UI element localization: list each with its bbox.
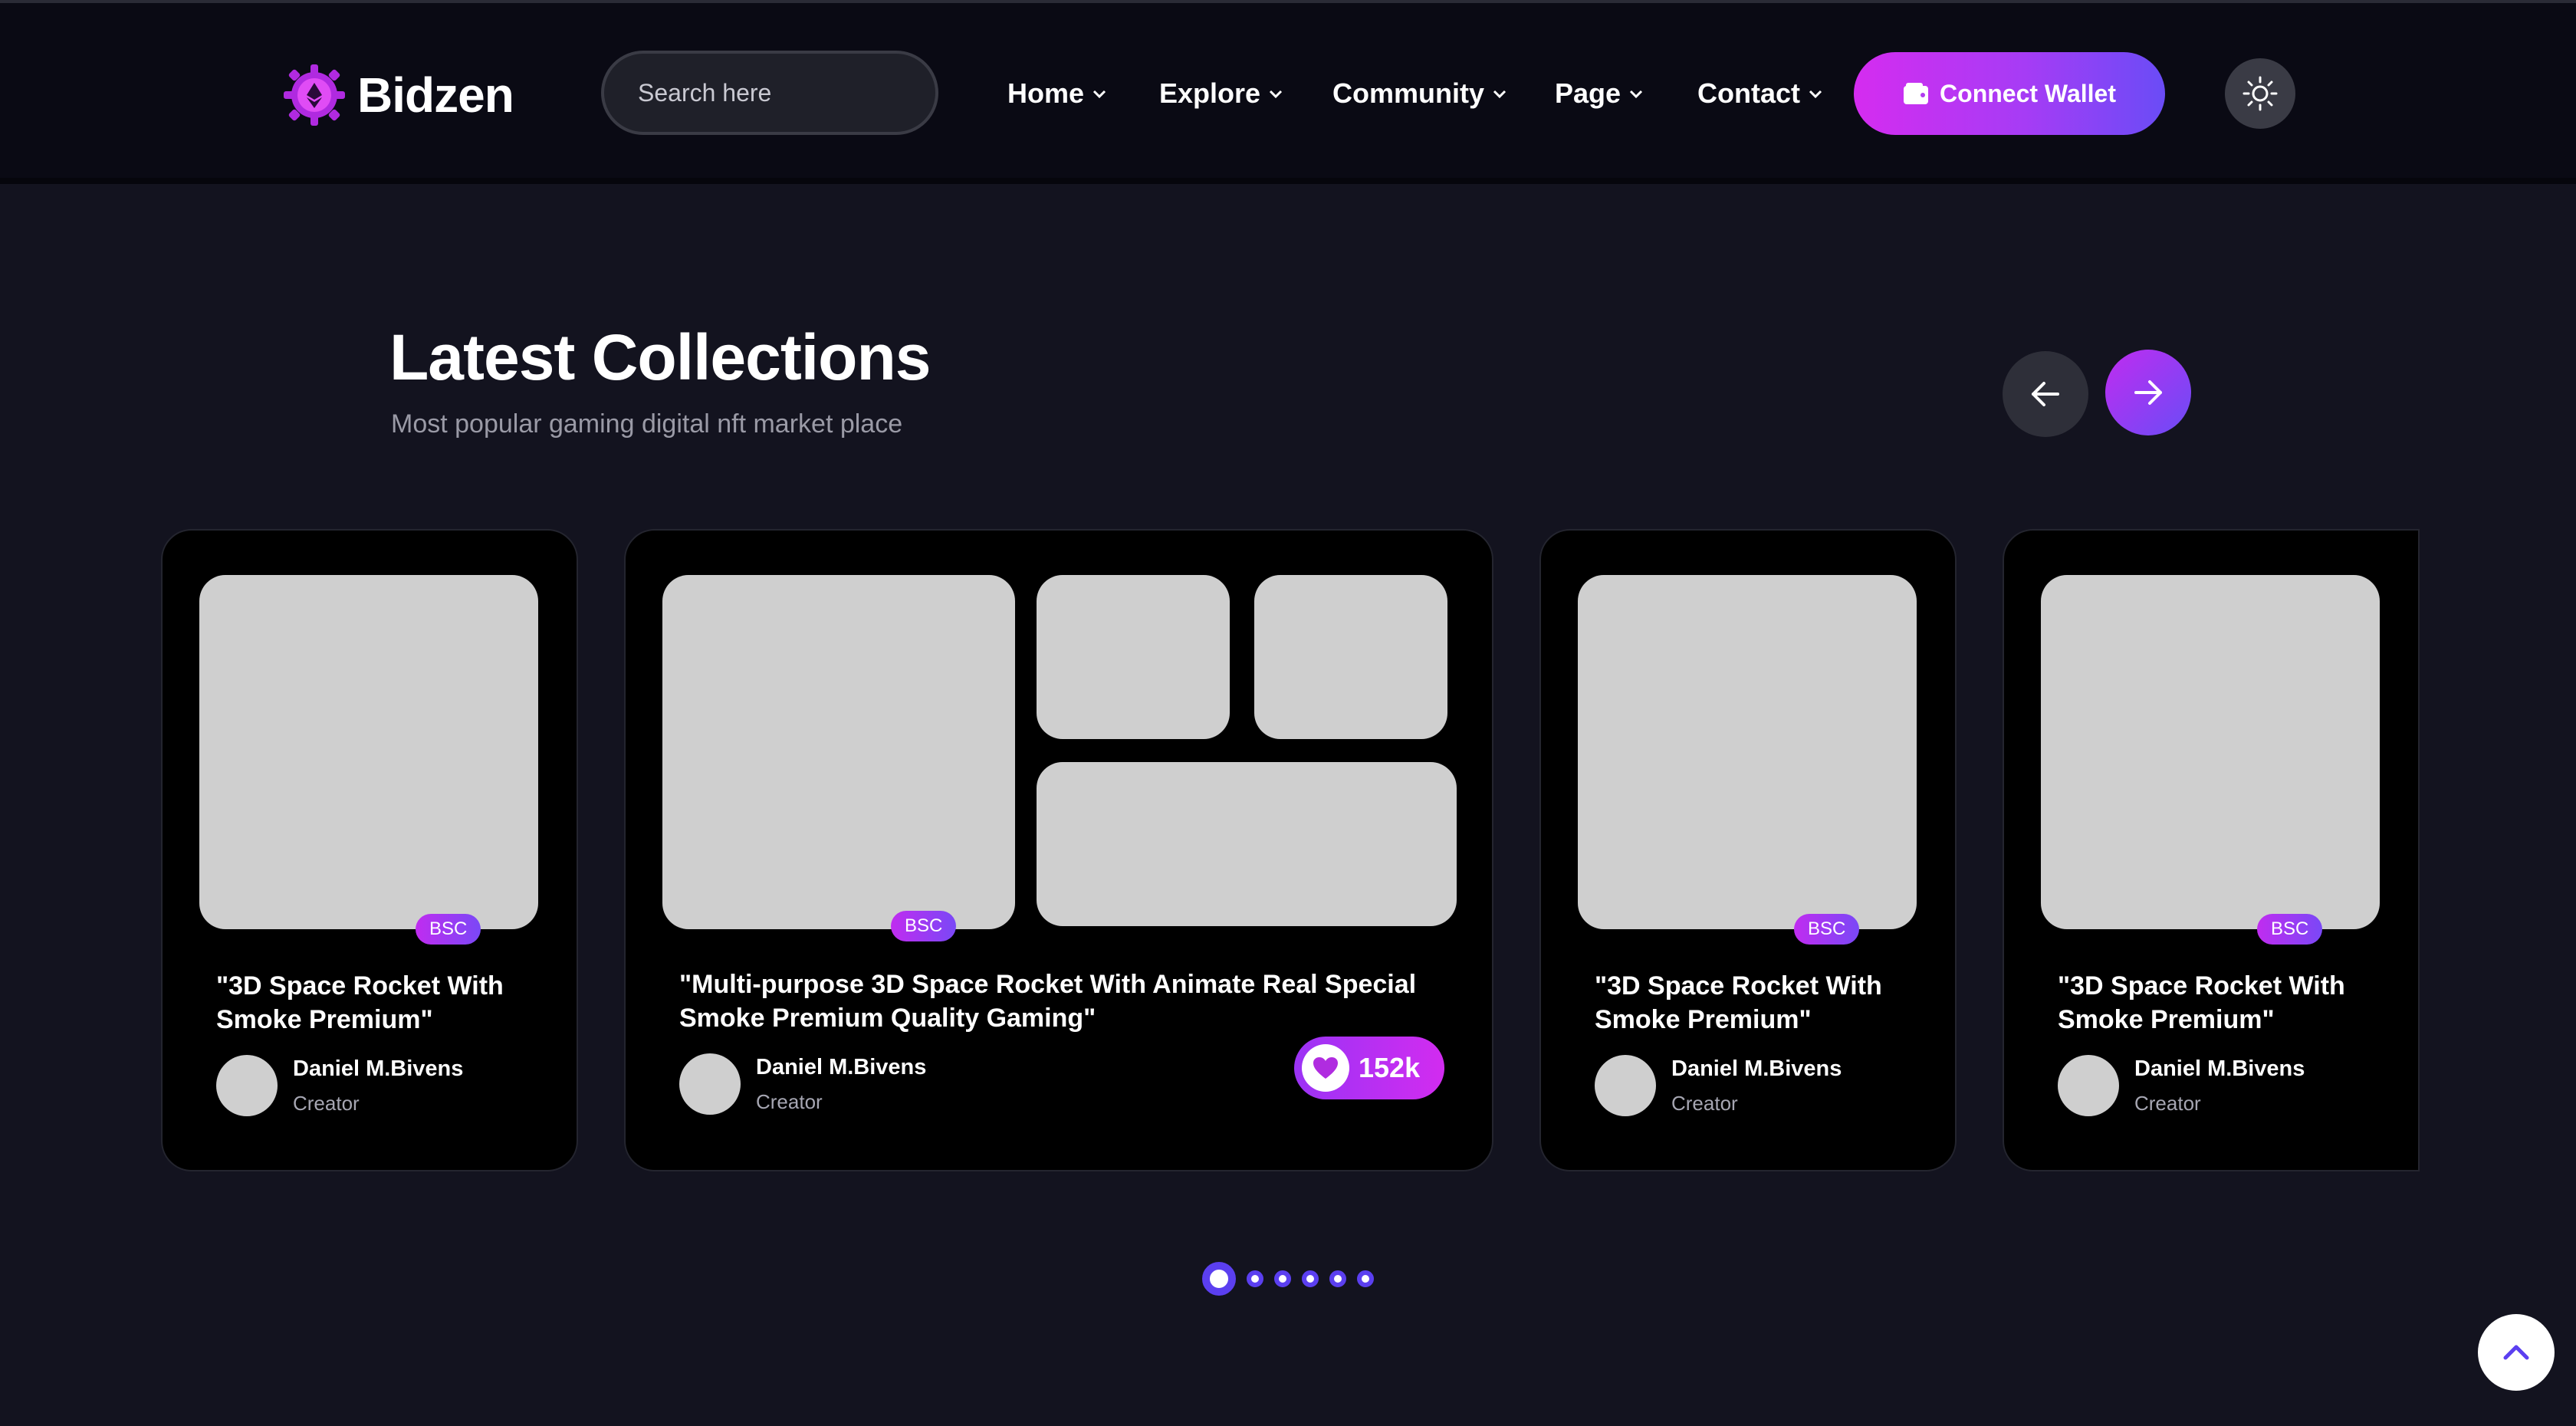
- chevron-up-icon: [2503, 1345, 2529, 1360]
- collection-card[interactable]: BSC "3D Space Rocket With Smoke Premium"…: [1539, 529, 1957, 1171]
- creator-role: Creator: [1671, 1092, 1738, 1115]
- collection-image-placeholder: [1037, 762, 1457, 926]
- section-subtitle: Most popular gaming digital nft market p…: [391, 409, 903, 439]
- theme-toggle-button[interactable]: [2225, 58, 2295, 129]
- nav-label-page: Page: [1555, 77, 1622, 109]
- nav-label-community: Community: [1332, 77, 1484, 109]
- pagination-dot-2[interactable]: [1247, 1270, 1263, 1287]
- collection-image-placeholder: [662, 575, 1015, 929]
- pagination-dot-3[interactable]: [1274, 1270, 1291, 1287]
- creator-role: Creator: [2134, 1092, 2201, 1115]
- chain-badge: BSC: [416, 914, 481, 945]
- collection-image-placeholder: [1037, 575, 1230, 739]
- collection-image-placeholder: [199, 575, 538, 929]
- nav-item-page[interactable]: Page: [1555, 77, 1644, 110]
- brand-name: Bidzen: [357, 67, 514, 123]
- collection-image-placeholder: [1578, 575, 1917, 929]
- pagination-dot-1[interactable]: [1202, 1262, 1236, 1296]
- nav-label-home: Home: [1007, 77, 1085, 109]
- creator-name[interactable]: Daniel M.Bivens: [1671, 1056, 1842, 1082]
- collection-title[interactable]: "Multi-purpose 3D Space Rocket With Anim…: [679, 968, 1446, 1035]
- collection-title[interactable]: "3D Space Rocket With Smoke Premium": [216, 969, 538, 1037]
- chevron-down-icon: [1493, 90, 1506, 99]
- collection-card-featured[interactable]: BSC "Multi-purpose 3D Space Rocket With …: [624, 529, 1493, 1171]
- pagination-dot-4[interactable]: [1302, 1270, 1319, 1287]
- arrow-right-icon: [2134, 380, 2162, 405]
- brand-logo[interactable]: Bidzen: [282, 61, 514, 129]
- nav-label-explore: Explore: [1159, 77, 1261, 109]
- scroll-to-top-button[interactable]: [2478, 1314, 2555, 1391]
- collection-card[interactable]: BSC "3D Space Rocket With Smoke Premium"…: [161, 529, 578, 1171]
- search-input[interactable]: [638, 78, 960, 107]
- chevron-down-icon: [1269, 90, 1283, 99]
- avatar[interactable]: [216, 1055, 278, 1116]
- nav-item-home[interactable]: Home: [1007, 77, 1107, 110]
- collection-card[interactable]: BSC "3D Space Rocket With Smoke Premium"…: [2003, 529, 2420, 1171]
- like-button[interactable]: 152k: [1294, 1037, 1444, 1099]
- creator-role: Creator: [756, 1090, 823, 1113]
- chain-badge: BSC: [1794, 914, 1860, 945]
- nav-item-community[interactable]: Community: [1332, 77, 1507, 110]
- collection-title[interactable]: "3D Space Rocket With Smoke Premium": [1595, 969, 1917, 1037]
- section-title: Latest Collections: [389, 321, 931, 393]
- chevron-down-icon: [1092, 90, 1106, 99]
- sun-icon: [2242, 76, 2278, 111]
- creator-role: Creator: [293, 1092, 360, 1115]
- avatar[interactable]: [2058, 1055, 2119, 1116]
- chain-badge: BSC: [2257, 914, 2323, 945]
- ethereum-gear-logo-icon: [284, 64, 345, 126]
- heart-icon-wrapper: [1302, 1044, 1349, 1092]
- connect-wallet-button[interactable]: Connect Wallet: [1854, 52, 2165, 135]
- carousel-pagination: [1202, 1262, 1385, 1296]
- pagination-dot-6[interactable]: [1357, 1270, 1374, 1287]
- collection-title[interactable]: "3D Space Rocket With Smoke Premium": [2058, 969, 2380, 1037]
- creator-name[interactable]: Daniel M.Bivens: [2134, 1056, 2305, 1082]
- collection-image-placeholder: [2041, 575, 2380, 929]
- avatar[interactable]: [1595, 1055, 1656, 1116]
- search-box[interactable]: [601, 51, 960, 135]
- nav-item-contact[interactable]: Contact: [1697, 77, 1823, 110]
- likes-count: 152k: [1359, 1052, 1421, 1083]
- arrow-left-icon: [2032, 382, 2059, 406]
- chevron-down-icon: [1809, 90, 1822, 99]
- top-navigation-bar: Bidzen Home Explore Community Page Conta…: [0, 0, 2576, 184]
- wallet-icon: [1904, 83, 1929, 104]
- avatar[interactable]: [679, 1053, 741, 1115]
- nav-item-explore[interactable]: Explore: [1159, 77, 1283, 110]
- carousel-next-button[interactable]: [2105, 350, 2191, 435]
- creator-name[interactable]: Daniel M.Bivens: [293, 1056, 463, 1082]
- chevron-down-icon: [1629, 90, 1643, 99]
- chain-badge: BSC: [891, 911, 957, 941]
- carousel-prev-button[interactable]: [2003, 351, 2088, 437]
- nav-label-contact: Contact: [1697, 77, 1800, 109]
- pagination-dot-5[interactable]: [1329, 1270, 1346, 1287]
- creator-name[interactable]: Daniel M.Bivens: [756, 1055, 926, 1080]
- connect-wallet-label: Connect Wallet: [1940, 79, 2116, 107]
- heart-icon: [1313, 1057, 1338, 1079]
- collection-image-placeholder: [1254, 575, 1447, 739]
